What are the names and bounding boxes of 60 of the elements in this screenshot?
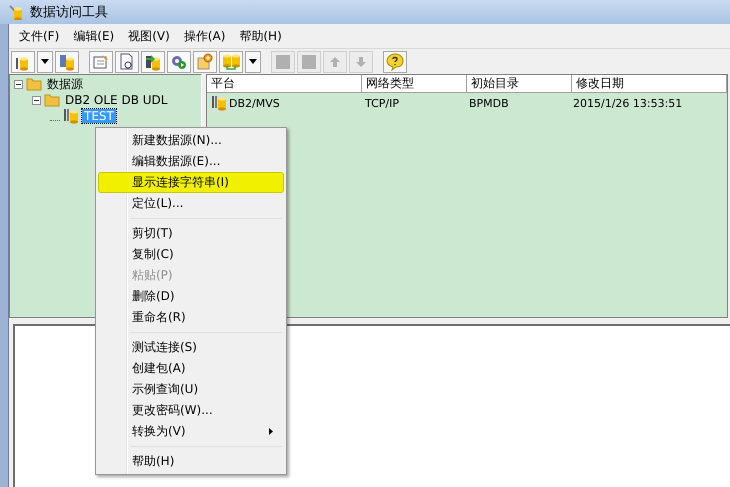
menu-item[interactable]: 重命名(R) bbox=[98, 307, 284, 328]
toolbar-button[interactable] bbox=[383, 50, 407, 72]
toolbar-button[interactable] bbox=[55, 50, 79, 72]
menu-item[interactable]: 定位(L)... bbox=[98, 193, 284, 214]
menu-item[interactable]: 帮助(H) bbox=[233, 26, 288, 46]
menu-item[interactable]: 创建包(A) bbox=[98, 358, 284, 379]
menu-item[interactable]: 测试连接(S) bbox=[98, 337, 284, 358]
toolbar-button[interactable] bbox=[141, 50, 165, 72]
column-header[interactable]: 修改日期 bbox=[572, 75, 727, 92]
menu-item[interactable]: 转换为(V) bbox=[98, 421, 284, 442]
menu-item[interactable]: 显示连接字符串(I) bbox=[98, 172, 284, 193]
column-header[interactable]: 初始目录 bbox=[467, 75, 572, 92]
up-arrow-icon bbox=[329, 56, 341, 68]
column-header[interactable]: 平台 bbox=[207, 75, 362, 92]
menu-item[interactable]: 剪切(T) bbox=[98, 223, 284, 244]
app-icon bbox=[8, 4, 24, 20]
menu-item[interactable]: 删除(D) bbox=[98, 286, 284, 307]
database-icon bbox=[58, 52, 76, 70]
menu-item[interactable]: 新建数据源(N)... bbox=[98, 130, 284, 151]
menu-item[interactable]: 编辑数据源(E)... bbox=[98, 151, 284, 172]
help-icon bbox=[386, 52, 404, 70]
down-arrow-icon bbox=[355, 56, 367, 68]
dropdown-button[interactable] bbox=[37, 50, 53, 72]
dropdown-button[interactable] bbox=[245, 50, 261, 72]
edit-icon bbox=[92, 52, 110, 70]
table-cell-text: TCP/IP bbox=[364, 96, 400, 110]
link-databases-icon bbox=[222, 52, 240, 70]
folder-icon bbox=[26, 77, 42, 91]
menu-item[interactable]: 帮助(H) bbox=[98, 451, 284, 472]
add-sheet-icon bbox=[196, 52, 214, 70]
window-title: 数据访问工具 bbox=[30, 4, 108, 21]
menu-item[interactable]: 更改密码(W)... bbox=[98, 400, 284, 421]
caret-icon bbox=[41, 59, 49, 64]
square-icon bbox=[301, 54, 317, 70]
submenu-arrow-icon bbox=[269, 428, 273, 435]
database-arrow-icon bbox=[144, 52, 162, 70]
toolbar-button[interactable] bbox=[11, 50, 35, 72]
menu-item[interactable]: 示例查询(U) bbox=[98, 379, 284, 400]
folder-icon bbox=[44, 93, 60, 107]
tree-item[interactable]: 数据源 bbox=[45, 77, 85, 91]
collapse-icon[interactable] bbox=[32, 96, 41, 104]
database-icon bbox=[63, 108, 79, 124]
toolbar-button[interactable] bbox=[89, 50, 113, 72]
square-icon bbox=[275, 54, 291, 70]
table-cell: DB2/MVS bbox=[229, 96, 280, 110]
table-cell-text: 2015/1/26 13:53:51 bbox=[572, 96, 684, 110]
menu-item[interactable]: 复制(C) bbox=[98, 244, 284, 265]
column-header[interactable]: 网络类型 bbox=[362, 75, 467, 92]
collapse-icon[interactable] bbox=[14, 80, 23, 88]
menu-item[interactable]: 操作(A) bbox=[178, 26, 232, 46]
caret-icon bbox=[249, 59, 257, 64]
toolbar-button[interactable] bbox=[115, 50, 139, 72]
table-cell-text: BPMDB bbox=[468, 96, 510, 110]
toolbar-button[interactable] bbox=[167, 50, 191, 72]
menu-item[interactable]: 视图(V) bbox=[122, 26, 176, 46]
toolbar-button[interactable] bbox=[193, 50, 217, 72]
tree-item[interactable]: DB2 OLE DB UDL bbox=[63, 93, 170, 107]
menu-item[interactable]: 文件(F) bbox=[13, 26, 66, 46]
menu-item[interactable]: 编辑(E) bbox=[67, 26, 120, 46]
database-icon bbox=[211, 95, 227, 111]
